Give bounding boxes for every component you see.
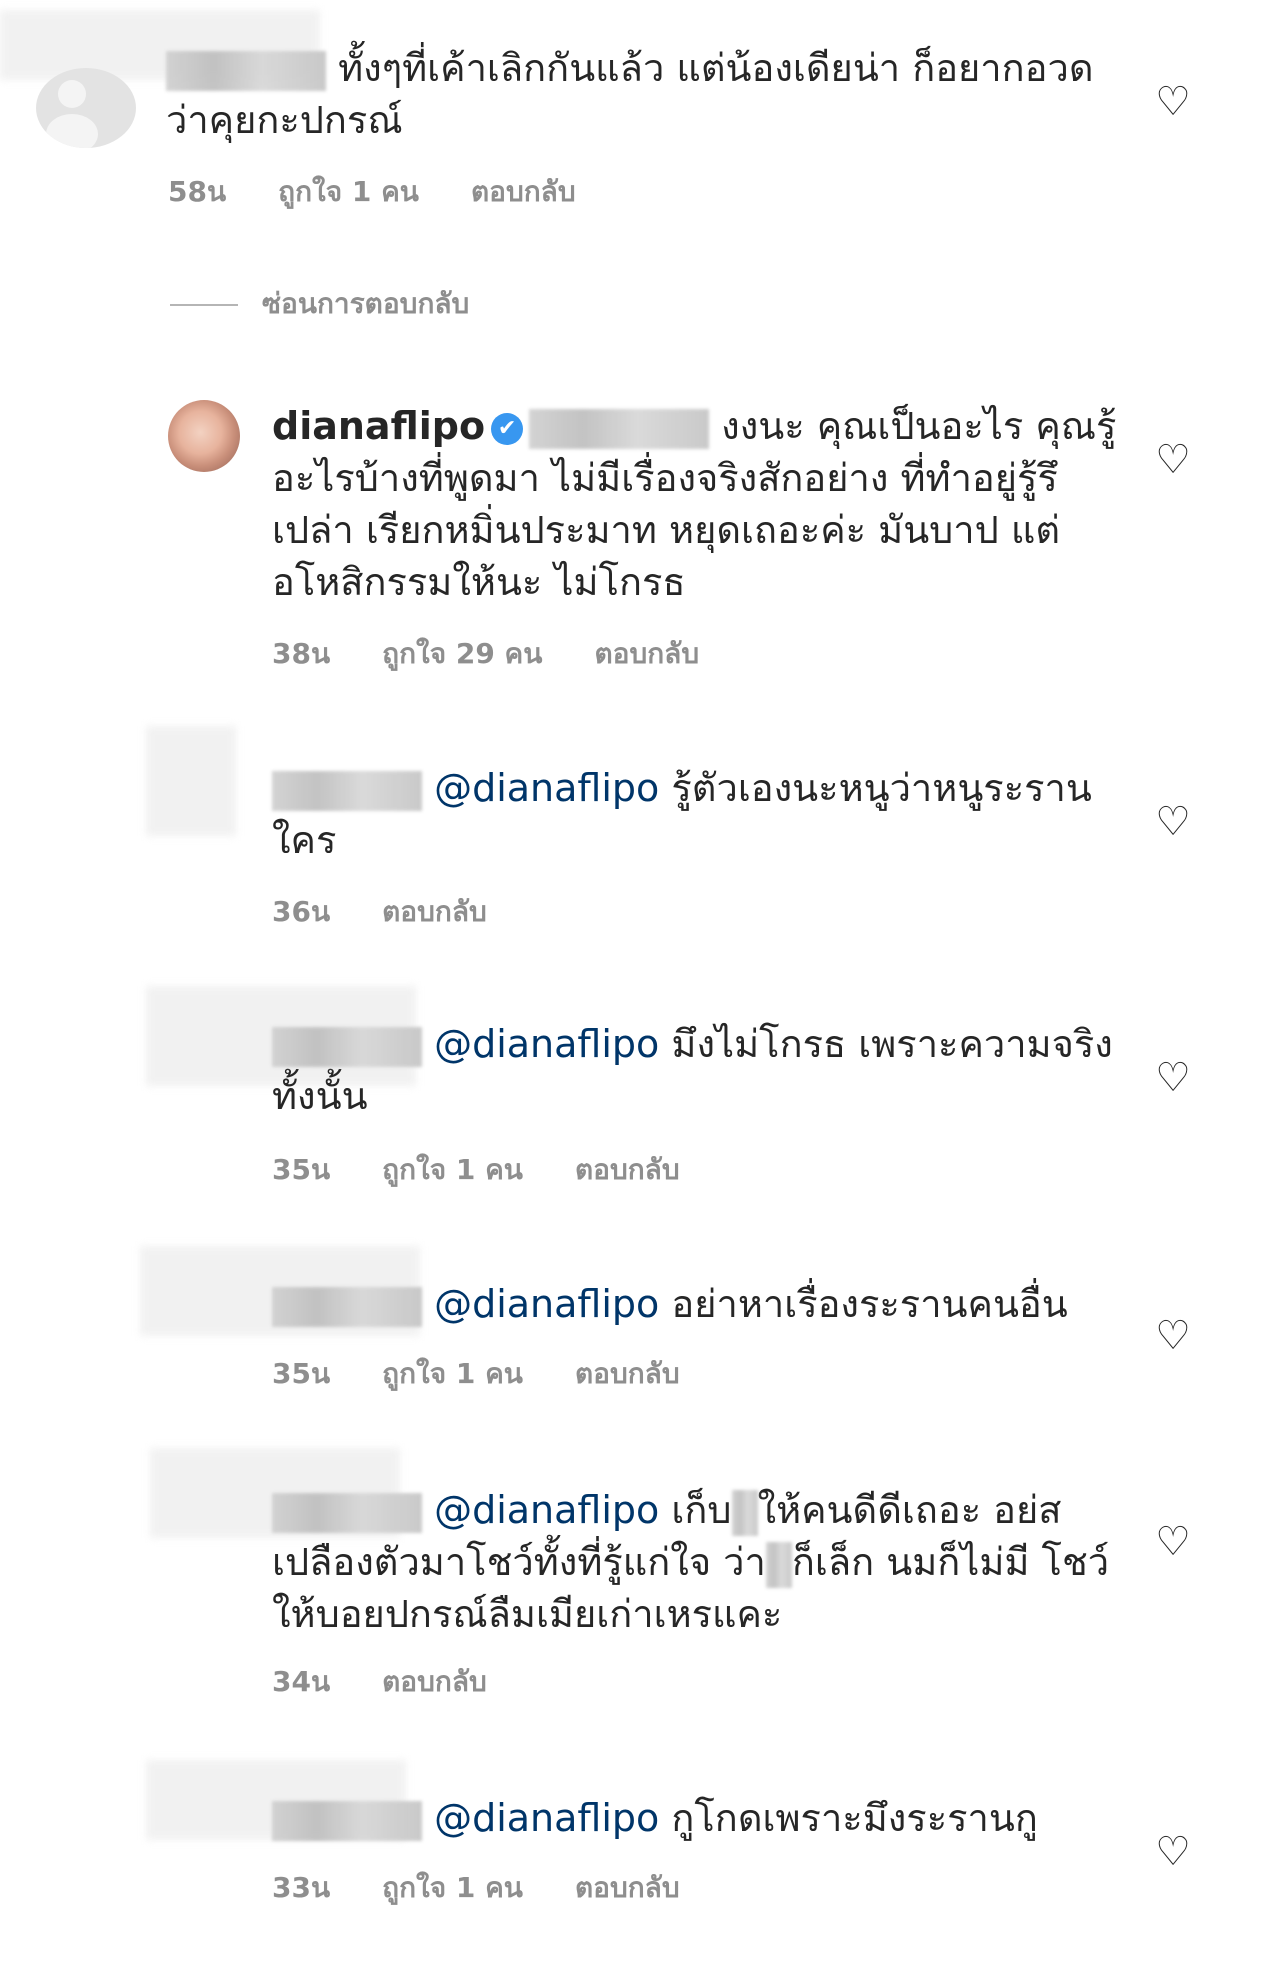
comment-meta: 33น ถูกใจ 1 คน ตอบกลับ (272, 1866, 732, 1910)
censored-username[interactable] (272, 1492, 422, 1533)
comment-likes[interactable]: ถูกใจ 29 คน (382, 637, 542, 670)
reply-button[interactable]: ตอบกลับ (382, 1665, 487, 1698)
comment-body: @dianaflipo อย่าหาเรื่องระรานคนอื่น (272, 1278, 1152, 1330)
comment-body: @dianaflipo มึงไม่โกรธ เพราะความจริง ทั้… (272, 1022, 1113, 1118)
censored-word (731, 1489, 758, 1536)
reply-button[interactable]: ตอบกลับ (575, 1153, 680, 1186)
like-heart-icon[interactable]: ♡ (1153, 440, 1193, 480)
divider-line (170, 304, 238, 306)
like-heart-icon[interactable]: ♡ (1153, 1058, 1193, 1098)
censored-username[interactable] (272, 1026, 422, 1067)
comment-body: @dianaflipo เก็บ ให้คนดีดีเถอะ อย่ส เปลือ… (272, 1488, 1110, 1636)
comment-time[interactable]: 35น (272, 1357, 330, 1390)
avatar[interactable] (168, 400, 240, 472)
like-heart-icon[interactable]: ♡ (1153, 1832, 1193, 1872)
like-heart-icon[interactable]: ♡ (1153, 802, 1193, 842)
comment-likes[interactable]: ถูกใจ 1 คน (382, 1871, 523, 1904)
censored-username[interactable] (272, 1800, 422, 1841)
mention-link[interactable]: @dianaflipo (434, 1022, 659, 1066)
reply-button[interactable]: ตอบกลับ (471, 175, 576, 208)
comment-body: @dianaflipo รู้ตัวเองนะหนูว่าหนูระราน ใค… (272, 766, 1092, 862)
like-heart-icon[interactable]: ♡ (1153, 1522, 1193, 1562)
censored-username[interactable] (166, 50, 326, 91)
like-heart-icon[interactable]: ♡ (1153, 1316, 1193, 1356)
comment-time[interactable]: 34น (272, 1665, 330, 1698)
censored-word (765, 1541, 792, 1588)
comment-time[interactable]: 35น (272, 1153, 330, 1186)
mention-link[interactable]: @dianaflipo (434, 1488, 659, 1532)
verified-badge-icon: ✔ (491, 412, 524, 445)
comment-likes[interactable]: ถูกใจ 1 คน (278, 175, 419, 208)
comment-body: ทั้งๆที่เค้าเลิกกันแล้ว แต่น้องเดียน่า ก… (166, 46, 1094, 142)
comment-time[interactable]: 58น (168, 175, 226, 208)
reply-button[interactable]: ตอบกลับ (594, 637, 699, 670)
comment-meta: 35น ถูกใจ 1 คน ตอบกลับ (272, 1148, 732, 1192)
comment-likes[interactable]: ถูกใจ 1 คน (382, 1153, 523, 1186)
username[interactable]: dianaflipo (272, 404, 485, 448)
reply-button[interactable]: ตอบกลับ (382, 895, 487, 928)
comment-body: dianaflipo ✔ งงนะ คุณเป็นอะไร คุณรู้ อะไร… (272, 404, 1117, 604)
comment-meta: 34น ตอบกลับ (272, 1660, 539, 1704)
mention-link[interactable]: @dianaflipo (434, 766, 659, 810)
comment-meta: 38น ถูกใจ 29 คน ตอบกลับ (272, 632, 751, 676)
avatar[interactable] (36, 68, 136, 148)
comment-time[interactable]: 38น (272, 637, 330, 670)
comment-time[interactable]: 36น (272, 895, 330, 928)
comment-time[interactable]: 33น (272, 1871, 330, 1904)
censored-mention[interactable] (529, 408, 710, 449)
comment-meta: 35น ถูกใจ 1 คน ตอบกลับ (272, 1352, 732, 1396)
censored-username[interactable] (272, 770, 422, 811)
hide-replies-button[interactable]: ซ่อนการตอบกลับ (170, 282, 469, 326)
like-heart-icon[interactable]: ♡ (1153, 82, 1193, 122)
comment-meta: 58น ถูกใจ 1 คน ตอบกลับ (168, 170, 628, 214)
reply-button[interactable]: ตอบกลับ (575, 1871, 680, 1904)
comment-body: @dianaflipo กูโกดเพราะมึงระรานกู (272, 1792, 1152, 1844)
comment-likes[interactable]: ถูกใจ 1 คน (382, 1357, 523, 1390)
censored-username[interactable] (272, 1286, 422, 1327)
comment-meta: 36น ตอบกลับ (272, 890, 539, 934)
reply-button[interactable]: ตอบกลับ (575, 1357, 680, 1390)
mention-link[interactable]: @dianaflipo (434, 1796, 659, 1840)
mention-link[interactable]: @dianaflipo (434, 1282, 659, 1326)
